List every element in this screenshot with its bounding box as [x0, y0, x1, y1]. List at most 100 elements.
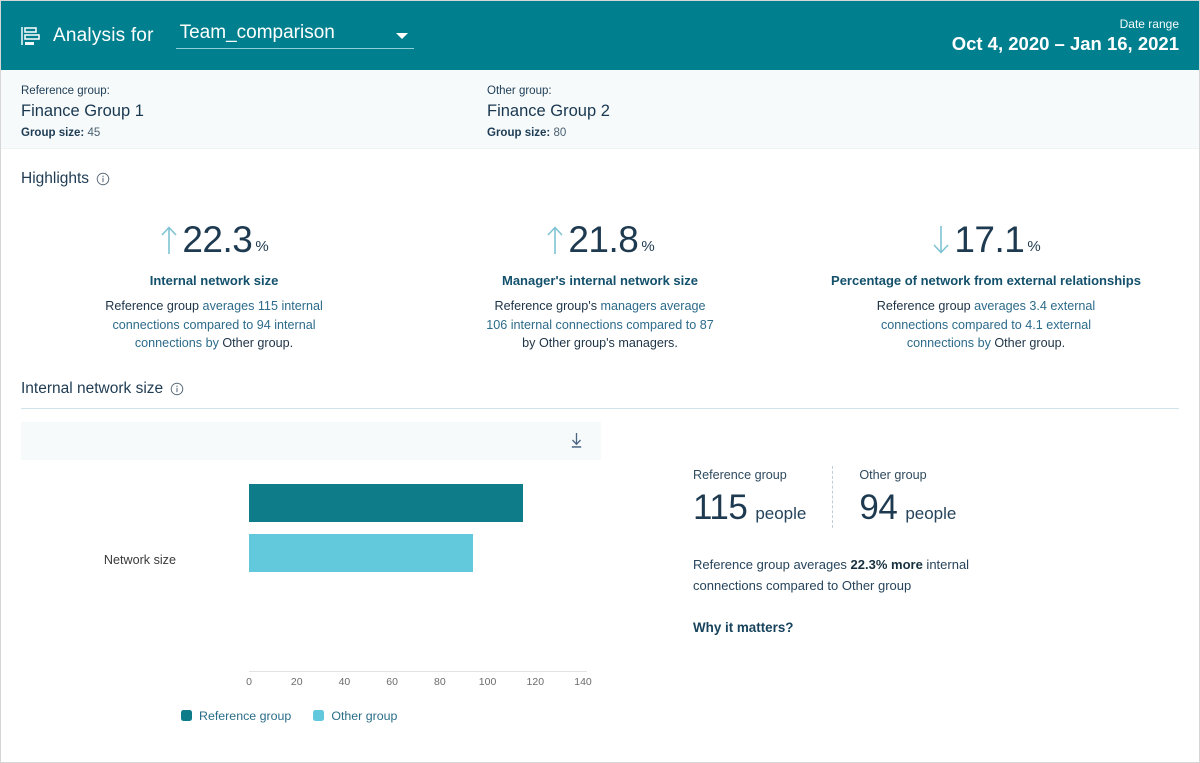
highlight-unit: %: [255, 238, 269, 255]
stats-column: Reference group 115 people Other group 9…: [601, 409, 1179, 763]
stat-unit: people: [755, 503, 807, 523]
other-group-size: Group size: 80: [487, 125, 953, 141]
highlight-name: Internal network size: [149, 273, 279, 288]
reference-group-kicker: Reference group:: [21, 85, 110, 97]
reference-group-size-label: Group size:: [21, 127, 85, 139]
highlight-desc-part3: Other group.: [222, 336, 294, 350]
analysis-app-window: Analysis for Team_comparison Date range …: [0, 0, 1200, 763]
x-tick-label: 0: [246, 675, 252, 688]
stat-reference-group: Reference group 115 people: [693, 466, 832, 528]
x-tick-label: 140: [574, 675, 592, 688]
stat-summary-bold: 22.3% more: [850, 556, 923, 572]
stat-unit: people: [905, 503, 957, 523]
arrow-up-icon: [161, 226, 177, 254]
bar-reference-group[interactable]: [249, 483, 524, 522]
date-range: Date range Oct 4, 2020 – Jan 16, 2021: [952, 17, 1185, 55]
highlight-metric: 22.3 %: [37, 216, 391, 260]
highlight-name: Manager's internal network size: [502, 273, 698, 288]
legend-label-reference-group: Reference group: [199, 708, 292, 723]
x-tick-label: 20: [290, 675, 303, 688]
arrow-up-icon: [547, 226, 563, 254]
reference-group-block: Reference group: Finance Group 1 Group s…: [21, 83, 487, 148]
highlight-card-internal-network-size: 22.3 % Internal network size Reference g…: [21, 216, 407, 353]
report-icon: [21, 26, 40, 45]
legend-item-reference-group[interactable]: Reference group: [181, 709, 291, 723]
highlight-description: Reference group's managers average 106 i…: [484, 297, 716, 353]
highlight-unit: %: [641, 238, 655, 255]
highlight-unit: %: [1027, 238, 1041, 255]
arrow-down-icon: [933, 226, 949, 254]
highlight-card-external-relationships: 17.1 % Percentage of network from extern…: [793, 216, 1179, 353]
analysis-select[interactable]: Team_comparison: [175, 22, 414, 49]
app-header: Analysis for Team_comparison Date range …: [1, 1, 1199, 70]
chart-toolbar: [21, 421, 601, 460]
highlights-header: Highlights: [1, 170, 1199, 188]
stat-number: 115: [693, 487, 748, 527]
highlights-row: 22.3 % Internal network size Reference g…: [1, 216, 1199, 353]
highlight-name: Percentage of network from external rela…: [831, 273, 1141, 288]
date-range-label: Date range: [1119, 16, 1179, 31]
reference-group-name: Finance Group 1: [21, 102, 144, 120]
highlight-card-managers-internal-network-size: 21.8 % Manager's internal network size R…: [407, 216, 793, 353]
legend-swatch-reference-group: [181, 710, 192, 721]
chart-category-label: Network size: [103, 552, 176, 567]
stat-summary: Reference group averages 22.3% more inte…: [693, 554, 1011, 596]
legend-swatch-other-group: [313, 710, 325, 721]
x-tick-label: 80: [434, 675, 446, 688]
highlight-desc-part1: Reference group's: [494, 299, 597, 313]
stats-row: Reference group 115 people Other group 9…: [693, 465, 1179, 528]
stat-number: 94: [859, 487, 898, 527]
stat-other-group: Other group 94 people: [832, 465, 982, 528]
chart-x-axis: [249, 670, 587, 672]
highlight-value: 17.1: [954, 219, 1025, 260]
highlight-value: 21.8: [568, 219, 639, 260]
highlight-desc-part1: Reference group: [876, 299, 971, 313]
chart-legend: Reference group Other group: [21, 709, 601, 723]
internal-network-size-header: Internal network size: [1, 380, 1199, 398]
highlight-desc-part3: by Other group's managers.: [522, 336, 678, 350]
x-tick-label: 40: [338, 675, 351, 688]
legend-label-other-group: Other group: [331, 708, 398, 723]
download-icon[interactable]: [568, 432, 585, 449]
header-left-group: Analysis for Team_comparison: [19, 22, 414, 49]
stat-value-row: 115 people: [693, 488, 806, 528]
stat-summary-part1: Reference group averages: [693, 556, 851, 572]
highlight-metric: 17.1 %: [809, 216, 1163, 260]
highlight-description: Reference group averages 3.4 external co…: [861, 297, 1111, 353]
date-range-value: Oct 4, 2020 – Jan 16, 2021: [951, 32, 1179, 54]
group-summary-bar: Reference group: Finance Group 1 Group s…: [1, 70, 1199, 149]
chart-column: Network size 0 20 40 60 80 100 120 140 Referenc…: [21, 409, 601, 763]
other-group-size-label: Group size:: [487, 127, 551, 139]
x-tick-label: 60: [386, 675, 398, 688]
highlight-desc-part1: Reference group: [105, 299, 200, 313]
highlight-value: 22.3: [182, 219, 253, 260]
highlight-metric: 21.8 %: [423, 216, 777, 260]
info-icon[interactable]: [96, 172, 110, 186]
bar-other-group[interactable]: [249, 533, 474, 572]
chevron-down-icon: [395, 33, 408, 39]
reference-group-size-value: 45: [87, 127, 101, 139]
chart-x-ticks: 0 20 40 60 80 100 120 140: [246, 675, 592, 692]
highlight-desc-part3: Other group.: [994, 336, 1066, 350]
stat-label: Reference group: [693, 467, 787, 482]
reference-group-size: Group size: 45: [21, 125, 487, 141]
other-group-block: Other group: Finance Group 2 Group size:…: [487, 83, 953, 148]
internal-network-size-content: Network size 0 20 40 60 80 100 120 140 Referenc…: [1, 409, 1199, 763]
internal-network-size-title: Internal network size: [21, 379, 164, 397]
why-it-matters-link[interactable]: Why it matters?: [693, 620, 1179, 635]
chart-plot-area: [249, 471, 583, 671]
other-group-size-value: 80: [553, 127, 567, 139]
highlight-description: Reference group averages 115 internal co…: [98, 297, 330, 353]
stat-value-row: 94 people: [859, 488, 956, 528]
bar-chart: Network size 0 20 40 60 80 100 120 140: [21, 471, 601, 703]
x-tick-label: 120: [526, 675, 545, 688]
legend-item-other-group[interactable]: Other group: [313, 709, 397, 723]
stat-label: Other group: [859, 467, 927, 482]
info-icon[interactable]: [170, 382, 184, 396]
highlights-title: Highlights: [21, 170, 90, 187]
analysis-select-value: Team_comparison: [179, 22, 335, 43]
page-title: Analysis for: [53, 24, 154, 46]
other-group-kicker: Other group:: [487, 85, 552, 97]
x-tick-label: 100: [478, 675, 497, 688]
other-group-name: Finance Group 2: [487, 102, 610, 120]
